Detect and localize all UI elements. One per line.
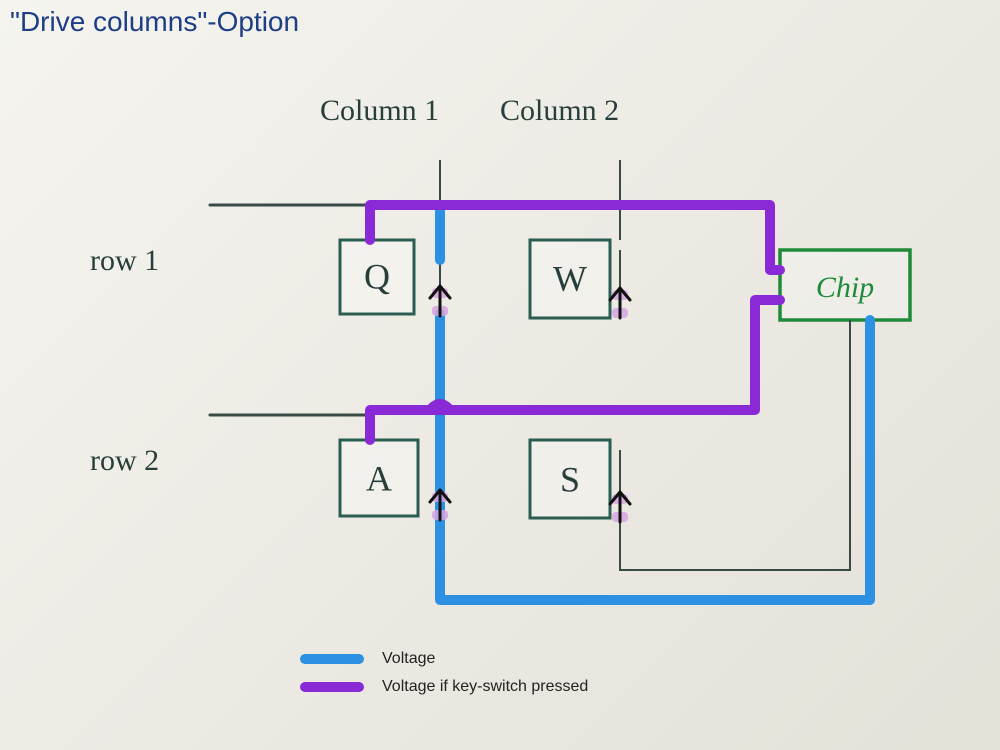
row-2-label: row 2 [90,444,159,477]
key-w-label: W [553,258,587,298]
column-1-label: Column 1 [320,94,439,127]
diode-a [430,490,450,520]
diode-w [610,288,630,318]
legend-voltage-swatch [300,654,364,664]
legend-pressed-swatch [300,682,364,692]
legend: Voltage Voltage if key-switch pressed [300,650,588,706]
row2-wire-left [210,415,370,440]
key-a-label: A [366,458,392,498]
row-1-label: row 1 [90,244,159,277]
column-2-label: Column 2 [500,94,619,127]
legend-pressed-label: Voltage if key-switch pressed [382,678,588,696]
legend-voltage-label: Voltage [382,650,435,668]
col2-return-wire [620,320,850,570]
diode-q [430,286,450,316]
key-s-label: S [560,459,580,499]
row1-wire-left [210,205,370,240]
chip-label: Chip [816,271,874,304]
legend-voltage-row: Voltage [300,650,588,668]
pressed-path-row2 [370,300,780,440]
key-q-label: Q [364,256,390,296]
matrix-diagram: Column 1 Column 2 row 1 row 2 Q W A S Ch… [0,0,1000,750]
diode-s [610,492,630,522]
legend-pressed-row: Voltage if key-switch pressed [300,678,588,696]
